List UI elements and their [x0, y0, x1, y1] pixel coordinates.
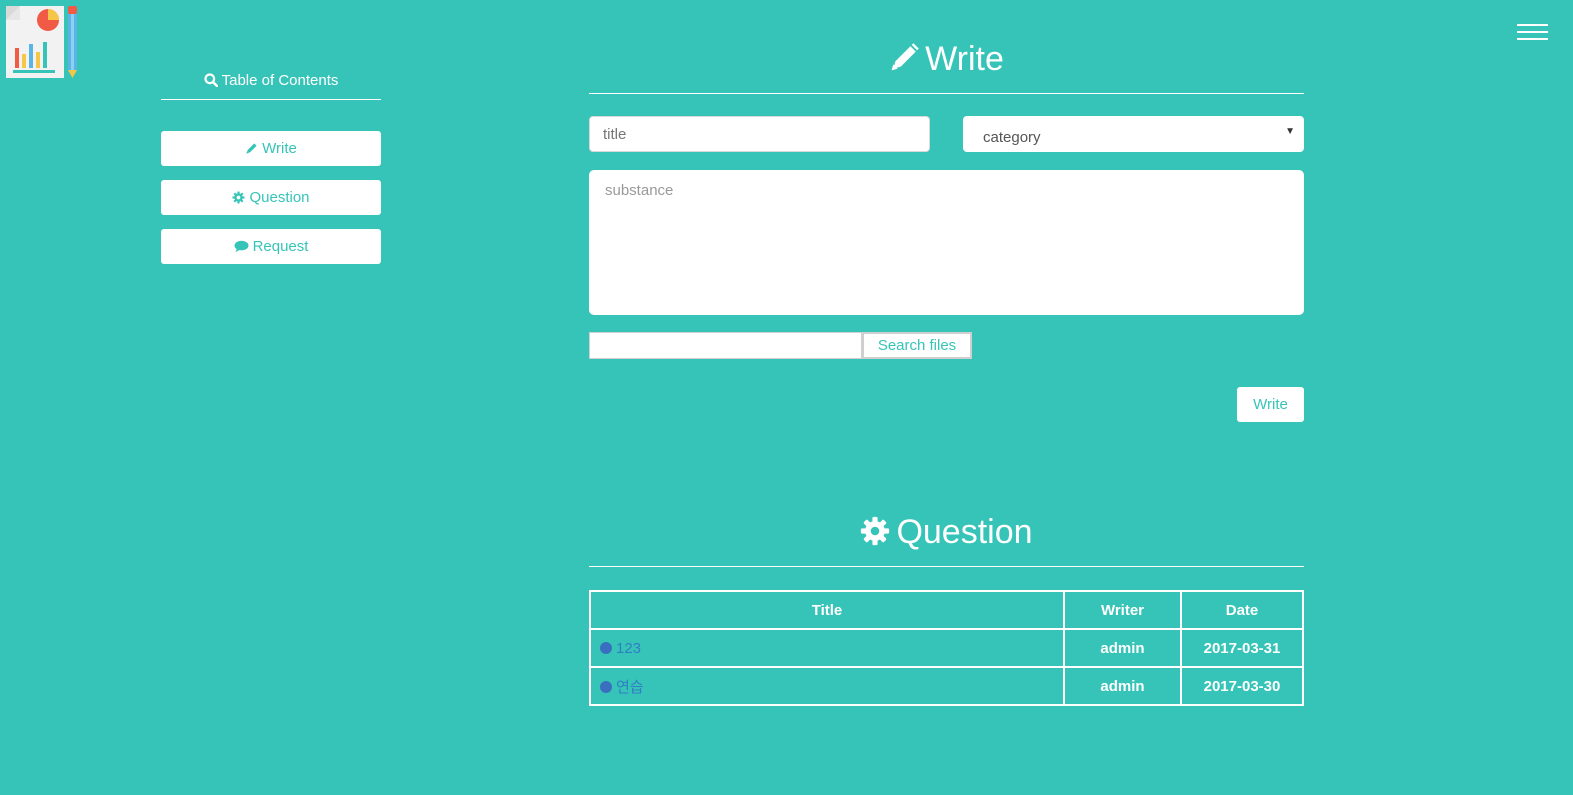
- menu-icon[interactable]: [1517, 24, 1548, 42]
- sidebar-item-label: Question: [249, 189, 310, 206]
- write-section: Write category ▼ substance Search files …: [589, 40, 1304, 422]
- question-section: Question Title Writer Date 123 admin 201…: [589, 513, 1304, 706]
- write-submit-button[interactable]: Write: [1237, 387, 1304, 422]
- row-writer: admin: [1063, 628, 1182, 668]
- category-value: category: [983, 129, 1041, 146]
- file-row: Search files: [589, 332, 1304, 359]
- column-header-date[interactable]: Date: [1180, 590, 1304, 630]
- gear-icon: [232, 191, 246, 204]
- file-path-input[interactable]: [589, 332, 862, 359]
- row-date: 2017-03-30: [1180, 666, 1304, 706]
- row-title-cell[interactable]: 연습: [589, 666, 1065, 706]
- bullet-icon: [600, 680, 612, 693]
- pencil-icon: [891, 43, 919, 71]
- toc-header: Table of Contents: [161, 72, 381, 100]
- write-form-row: category ▼: [589, 116, 1304, 152]
- sidebar-item-write[interactable]: Write: [161, 131, 381, 166]
- sidebar: Table of Contents Write Question Request: [161, 72, 381, 278]
- dropdown-arrow-icon: ▼: [1285, 126, 1295, 137]
- main-content: Write category ▼ substance Search files …: [589, 40, 1304, 706]
- write-submit-row: Write: [589, 387, 1304, 422]
- table-row[interactable]: 연습 admin 2017-03-30: [589, 666, 1304, 706]
- sidebar-item-question[interactable]: Question: [161, 180, 381, 215]
- menu-line: [1517, 31, 1548, 33]
- row-title-link[interactable]: 123: [616, 640, 641, 657]
- write-heading: Write: [589, 40, 1304, 94]
- sidebar-item-label: Write: [262, 140, 297, 157]
- write-heading-label: Write: [925, 40, 1004, 78]
- question-heading-label: Question: [896, 513, 1033, 551]
- question-heading: Question: [589, 513, 1304, 567]
- row-title-link[interactable]: 연습: [616, 679, 644, 696]
- substance-textarea[interactable]: substance: [589, 170, 1304, 315]
- category-select[interactable]: category ▼: [963, 116, 1304, 152]
- gear-icon: [861, 516, 890, 546]
- comment-icon: [234, 240, 249, 253]
- question-table: Title Writer Date 123 admin 2017-03-31 연…: [589, 590, 1304, 706]
- menu-line: [1517, 24, 1548, 26]
- pencil-icon: [246, 143, 257, 154]
- search-icon: [204, 73, 218, 88]
- sidebar-item-label: Request: [252, 238, 309, 255]
- menu-line: [1517, 38, 1548, 40]
- logo-icon[interactable]: [4, 4, 80, 80]
- substance-placeholder: substance: [605, 182, 674, 199]
- row-title-cell[interactable]: 123: [589, 628, 1065, 668]
- search-files-button[interactable]: Search files: [862, 332, 972, 359]
- page: Table of Contents Write Question Request…: [0, 0, 1573, 795]
- title-input[interactable]: [589, 116, 930, 152]
- sidebar-item-request[interactable]: Request: [161, 229, 381, 264]
- column-header-title[interactable]: Title: [589, 590, 1065, 630]
- column-header-writer[interactable]: Writer: [1063, 590, 1182, 630]
- table-header-row: Title Writer Date: [589, 590, 1304, 630]
- bullet-icon: [600, 641, 612, 654]
- table-row[interactable]: 123 admin 2017-03-31: [589, 628, 1304, 668]
- row-writer: admin: [1063, 666, 1182, 706]
- row-date: 2017-03-31: [1180, 628, 1304, 668]
- toc-title: Table of Contents: [221, 72, 339, 89]
